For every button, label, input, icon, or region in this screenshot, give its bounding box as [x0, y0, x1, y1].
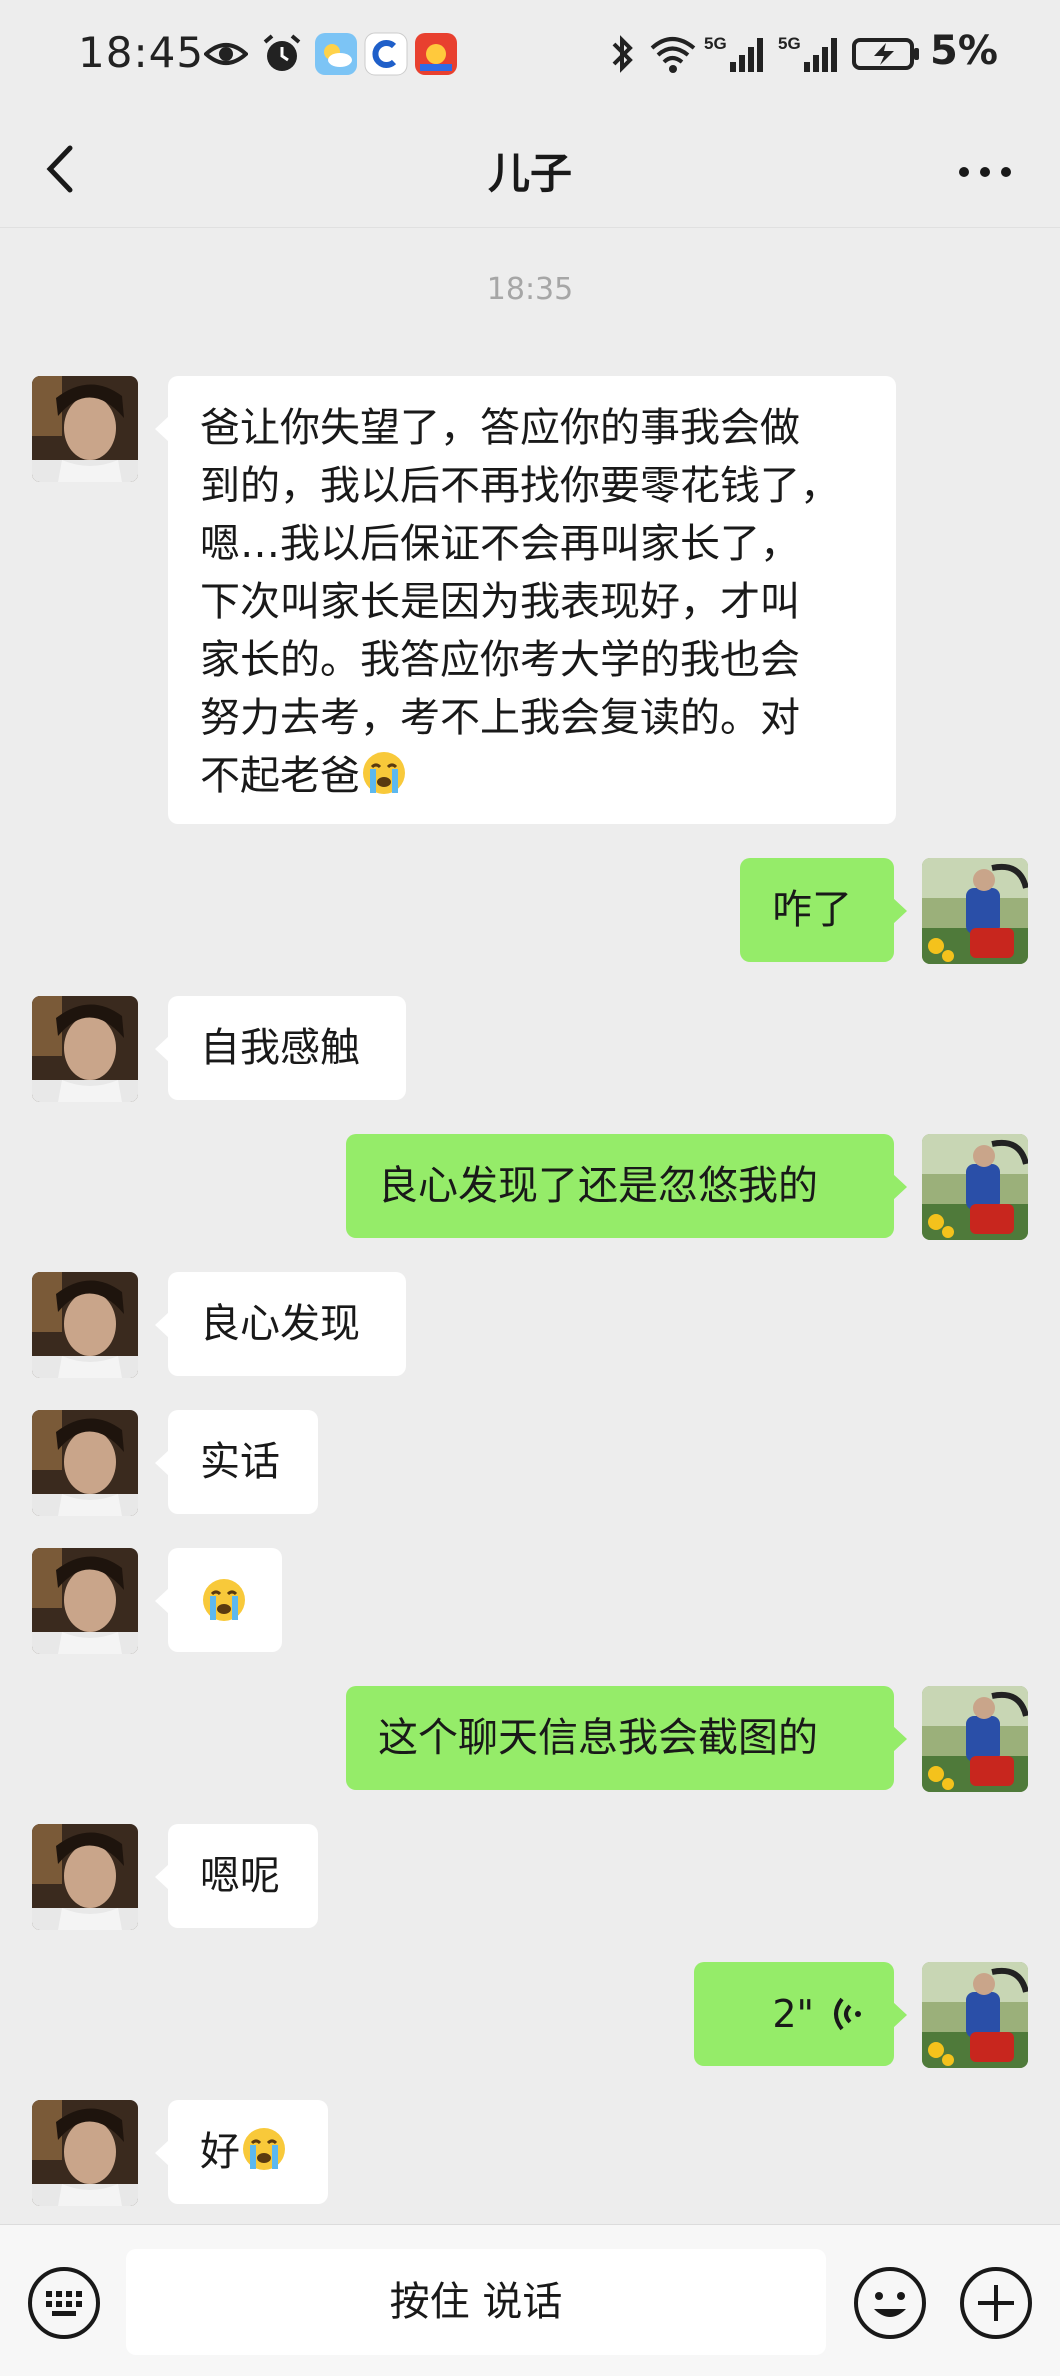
emoji-button[interactable]: [852, 2265, 928, 2341]
avatar[interactable]: [32, 1410, 138, 1516]
alarm-icon: [263, 34, 301, 71]
message-text: 好: [200, 2129, 240, 2175]
message-bubble-incoming[interactable]: 自我感触: [155, 996, 406, 1100]
message-text: 爸让你失望了，答应你的事我会做 到的，我以后不再找你要零花钱了， 嗯…我以后保证…: [200, 405, 840, 799]
message-text: 良心发现了还是忽悠我的: [378, 1163, 818, 1209]
message-bubble-incoming[interactable]: 好: [155, 2100, 328, 2204]
message-bubble-outgoing[interactable]: 这个聊天信息我会截图的: [346, 1686, 907, 1790]
message-bubble-incoming[interactable]: 嗯呢: [155, 1824, 318, 1928]
crying-face-icon: [201, 1577, 247, 1623]
bluetooth-icon: [612, 35, 633, 73]
input-bar: 按住 说话: [0, 2224, 1060, 2376]
voice-wave-icon: [834, 1997, 861, 2031]
chat-title: 儿子: [487, 149, 572, 198]
avatar[interactable]: [922, 1134, 1028, 1240]
message-text: 咋了: [772, 887, 852, 933]
more-options-button[interactable]: [950, 138, 1020, 198]
signal-icon: 5G: [704, 34, 763, 72]
avatar[interactable]: [32, 1272, 138, 1378]
message-bubble-incoming[interactable]: 良心发现: [155, 1272, 406, 1376]
battery-percent: 5%: [930, 28, 998, 74]
hold-to-talk-button[interactable]: 按住 说话: [126, 2249, 826, 2355]
keyboard-toggle-button[interactable]: [26, 2265, 102, 2341]
avatar[interactable]: [922, 1686, 1028, 1792]
more-functions-button[interactable]: [958, 2265, 1034, 2341]
status-time: 18:45: [78, 28, 205, 77]
app-shop-icon: [415, 33, 457, 75]
status-bar: 18:45 5G 5G 5%: [0, 0, 1060, 112]
avatar[interactable]: [922, 858, 1028, 964]
message-text: 实话: [200, 1439, 280, 1485]
weather-app-icon: [315, 33, 357, 75]
signal-icon: 5G: [778, 34, 837, 72]
avatar[interactable]: [32, 2100, 138, 2206]
avatar[interactable]: [32, 1548, 138, 1654]
message-bubble-incoming[interactable]: [155, 1548, 282, 1652]
message-text: 嗯呢: [200, 1853, 280, 1899]
crying-face-icon: [241, 2126, 287, 2172]
message-timestamp: 18:35: [486, 272, 574, 307]
wifi-icon: [650, 37, 696, 73]
message-bubble-outgoing[interactable]: 咋了: [740, 858, 907, 962]
chat-header: 儿子: [0, 112, 1060, 228]
battery-charging-icon: [852, 38, 919, 70]
svg-text:5G: 5G: [778, 34, 801, 53]
message-text: 良心发现: [200, 1301, 360, 1347]
message-text: 这个聊天信息我会截图的: [378, 1715, 818, 1761]
svg-text:5G: 5G: [704, 34, 727, 53]
eye-icon: [204, 43, 248, 65]
message-bubble-incoming[interactable]: 实话: [155, 1410, 318, 1514]
app-c-icon: [364, 32, 408, 76]
message-bubble-outgoing[interactable]: 良心发现了还是忽悠我的: [346, 1134, 907, 1238]
message-bubble-incoming[interactable]: 爸让你失望了，答应你的事我会做 到的，我以后不再找你要零花钱了， 嗯…我以后保证…: [155, 376, 896, 824]
avatar[interactable]: [922, 1962, 1028, 2068]
avatar[interactable]: [32, 996, 138, 1102]
voice-duration: 2": [772, 1992, 814, 2036]
avatar[interactable]: [32, 1824, 138, 1930]
crying-face-icon: [361, 750, 407, 796]
avatar[interactable]: [32, 376, 138, 482]
message-text: 自我感触: [200, 1025, 360, 1071]
voice-message-bubble[interactable]: 2": [694, 1962, 907, 2066]
